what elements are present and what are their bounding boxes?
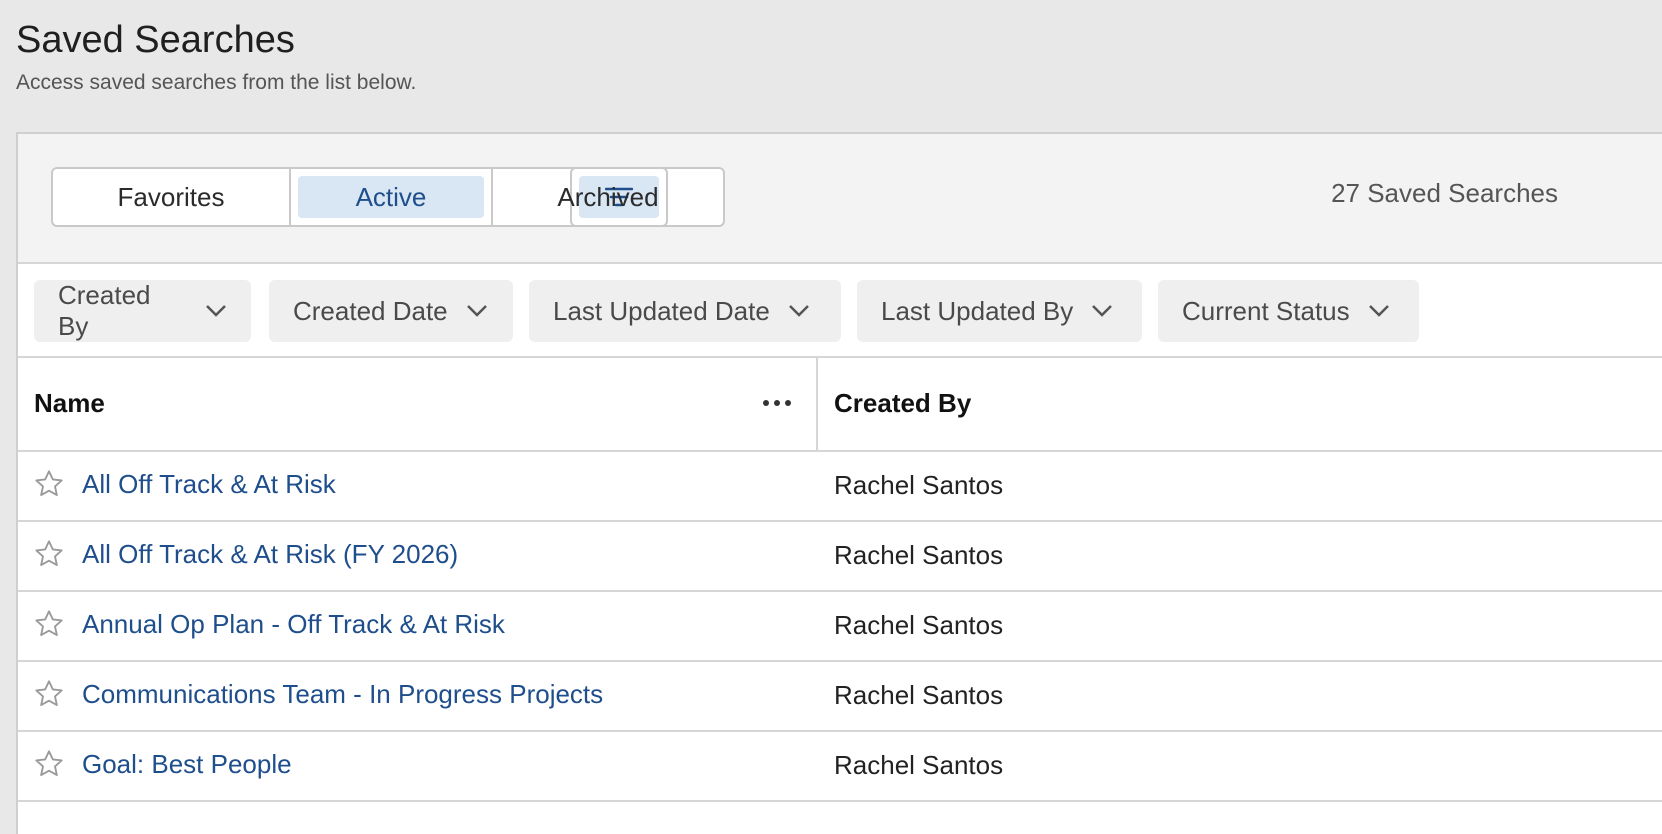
star-icon[interactable] <box>33 538 65 575</box>
created-by-value: Rachel Santos <box>834 610 1004 640</box>
filter-row: Created By Created Date Last Updated Dat… <box>18 264 1662 358</box>
filter-current-status[interactable]: Current Status <box>1158 280 1419 342</box>
chevron-down-icon <box>1091 304 1113 318</box>
table-row: Goal: Best People Rachel Santos <box>18 732 1662 802</box>
saved-search-link[interactable]: Communications Team - In Progress Projec… <box>82 679 603 710</box>
filter-created-by-label: Created By <box>58 280 151 341</box>
more-horizontal-icon[interactable] <box>762 394 792 412</box>
filter-last-updated-date-label: Last Updated Date <box>553 295 770 326</box>
created-by-value: Rachel Santos <box>834 470 1004 500</box>
created-by-value: Rachel Santos <box>834 680 1004 710</box>
table-row: Communications Team - In Progress Projec… <box>18 662 1662 732</box>
tab-favorites[interactable]: Favorites <box>53 169 289 225</box>
filter-created-date-label: Created Date <box>293 295 448 326</box>
saved-search-link[interactable]: All Off Track & At Risk <box>82 469 336 500</box>
chevron-down-icon <box>466 304 488 318</box>
saved-searches-panel: Favorites Active Archived 27 Saved Searc… <box>16 132 1662 834</box>
column-created-by-label: Created By <box>834 388 972 418</box>
filter-last-updated-date[interactable]: Last Updated Date <box>529 280 841 342</box>
table-row: All Off Track & At Risk Rachel Santos <box>18 452 1662 522</box>
filter-created-by[interactable]: Created By <box>34 280 251 342</box>
filter-current-status-label: Current Status <box>1182 295 1350 326</box>
table-row: All Off Track & At Risk (FY 2026) Rachel… <box>18 522 1662 592</box>
table-row: Annual Op Plan - Off Track & At Risk Rac… <box>18 592 1662 662</box>
chevron-down-icon <box>788 304 810 318</box>
chevron-down-icon <box>205 304 227 318</box>
saved-search-link[interactable]: All Off Track & At Risk (FY 2026) <box>82 539 458 570</box>
page-subtitle: Access saved searches from the list belo… <box>16 71 417 94</box>
page-header: Saved Searches Access saved searches fro… <box>16 14 416 98</box>
table-header: Name Created By <box>18 358 1662 452</box>
page-title: Saved Searches <box>16 19 295 61</box>
tab-active-label: Active <box>355 181 427 212</box>
tab-active[interactable]: Active <box>289 169 491 225</box>
star-icon[interactable] <box>33 678 65 715</box>
toolbar: Favorites Active Archived 27 Saved Searc… <box>18 134 1662 264</box>
saved-search-link[interactable]: Goal: Best People <box>82 749 292 780</box>
filter-last-updated-by-label: Last Updated By <box>881 295 1074 326</box>
tab-favorites-label: Favorites <box>117 181 225 212</box>
star-icon[interactable] <box>33 608 65 645</box>
saved-search-count: 27 Saved Searches <box>1331 178 1558 208</box>
filter-last-updated-by[interactable]: Last Updated By <box>857 280 1142 342</box>
star-icon[interactable] <box>33 468 65 505</box>
created-by-value: Rachel Santos <box>834 750 1004 780</box>
star-icon[interactable] <box>33 748 65 785</box>
filter-created-date[interactable]: Created Date <box>269 280 513 342</box>
chevron-down-icon <box>1368 304 1390 318</box>
column-name-label: Name <box>34 388 105 418</box>
saved-search-link[interactable]: Annual Op Plan - Off Track & At Risk <box>82 609 505 640</box>
created-by-value: Rachel Santos <box>834 540 1004 570</box>
column-header-name: Name <box>18 358 818 450</box>
tab-archived-label: Archived <box>557 181 659 212</box>
